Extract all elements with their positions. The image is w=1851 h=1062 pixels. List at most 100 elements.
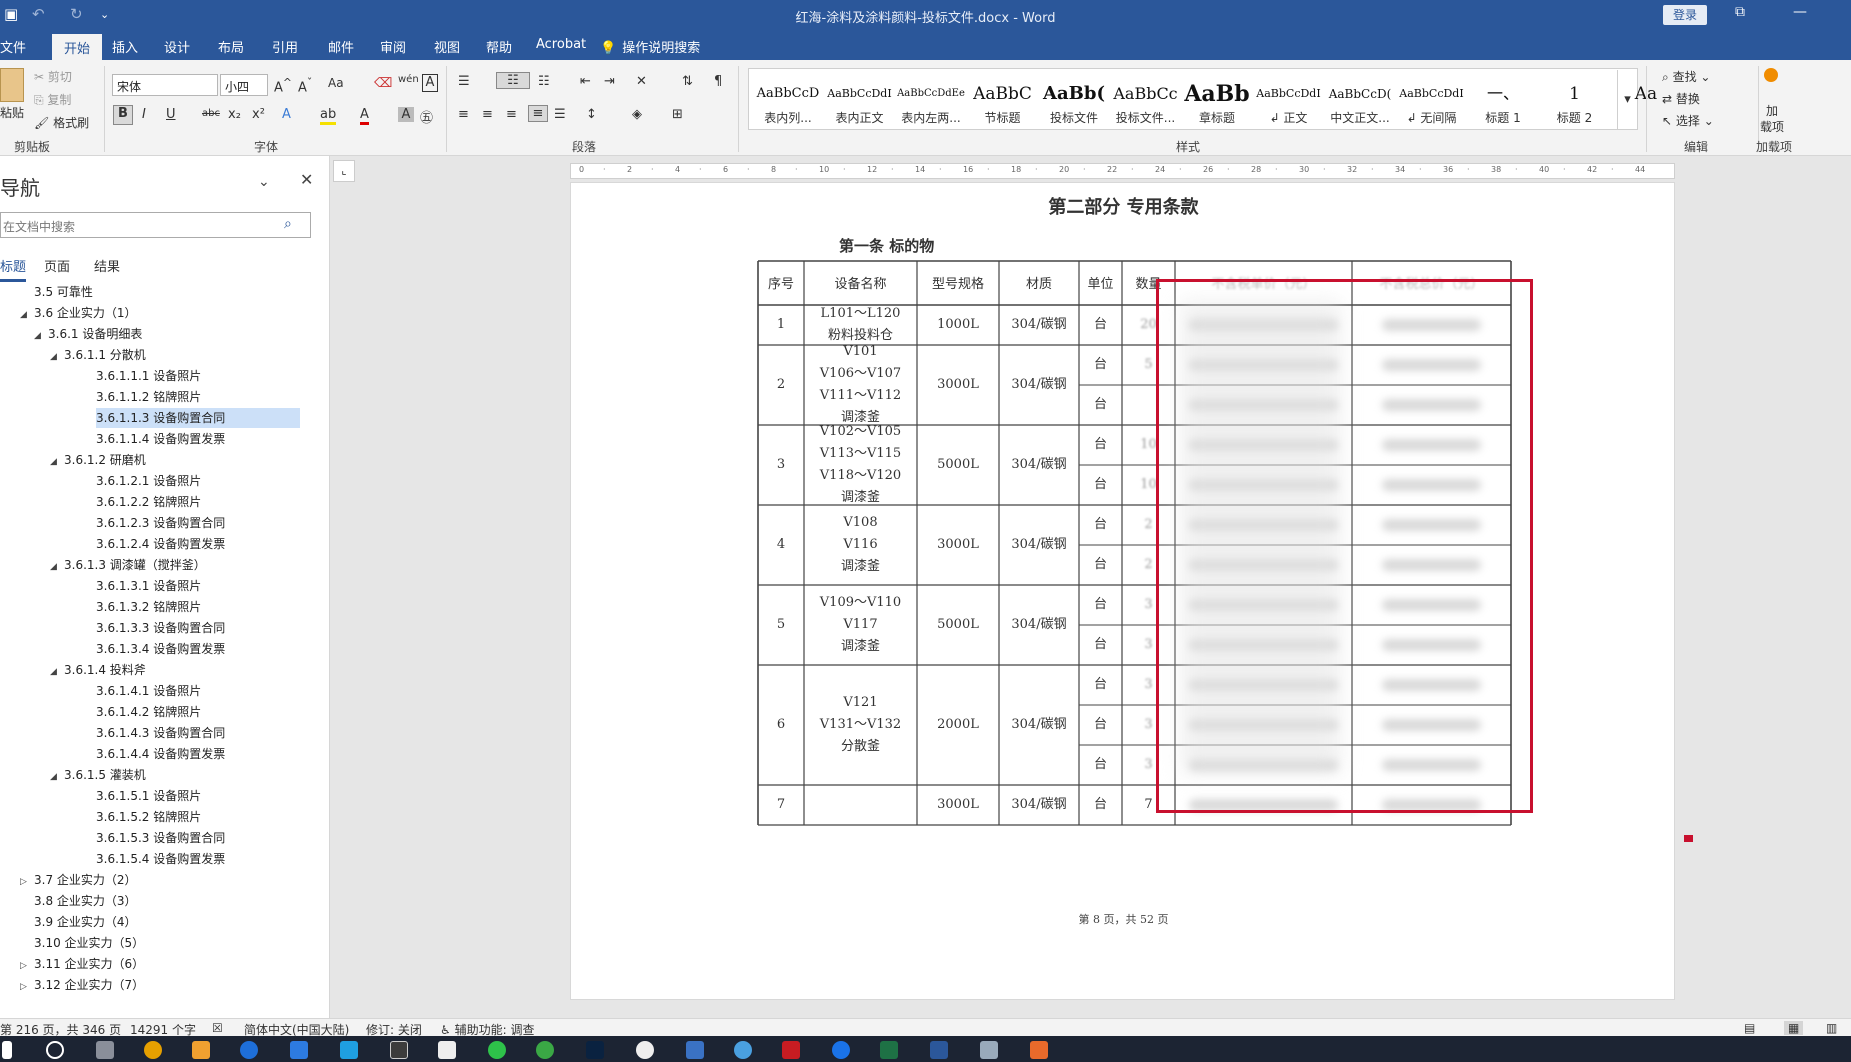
- nav-heading-item[interactable]: 3.6.1.3.3 设备购置合同: [96, 618, 225, 638]
- app-icon[interactable]: [686, 1041, 704, 1059]
- font-color-icon[interactable]: A: [360, 107, 369, 125]
- justify-icon[interactable]: ≡: [528, 105, 548, 122]
- word-icon[interactable]: [930, 1041, 948, 1059]
- style-4[interactable]: AaBb(投标文件: [1039, 79, 1109, 135]
- edge-icon[interactable]: [832, 1041, 850, 1059]
- app-icon[interactable]: [980, 1041, 998, 1059]
- style-1[interactable]: AaBbCcDdI 表内正文: [825, 79, 895, 135]
- subscript-button[interactable]: x₂: [228, 107, 241, 122]
- expand-arrow-icon[interactable]: ▷: [20, 872, 34, 892]
- align-center-icon[interactable]: ≡: [482, 107, 493, 122]
- tab-3[interactable]: 设计: [164, 37, 190, 56]
- nav-tab-0[interactable]: 标题: [0, 256, 27, 282]
- change-case-button[interactable]: Aa: [328, 76, 344, 90]
- nav-search-input[interactable]: 在文档中搜索: [0, 212, 311, 238]
- char-shading-icon[interactable]: A: [398, 107, 414, 122]
- paste-button[interactable]: 粘贴: [0, 104, 24, 121]
- nav-heading-item[interactable]: ▷ 3.11 企业实力（6）: [20, 954, 144, 974]
- nav-tab-1[interactable]: 页面: [44, 256, 70, 275]
- app-icon[interactable]: [1030, 1041, 1048, 1059]
- style-6[interactable]: AaBb 章标题: [1182, 79, 1252, 135]
- bullets-icon[interactable]: ☰: [458, 74, 470, 89]
- tab-10[interactable]: Acrobat: [536, 37, 586, 52]
- styles-more-icon[interactable]: ▾: [1617, 70, 1637, 130]
- nav-heading-item[interactable]: 3.6.1.5.3 设备购置合同: [96, 828, 225, 848]
- tab-5[interactable]: 引用: [272, 37, 298, 56]
- text-effects-icon[interactable]: A: [282, 107, 291, 122]
- addins-button[interactable]: 加: [1766, 102, 1778, 119]
- wechat-icon[interactable]: [488, 1041, 506, 1059]
- bold-button[interactable]: B: [113, 105, 133, 125]
- superscript-button[interactable]: x²: [252, 107, 265, 122]
- find-button[interactable]: ⌕ 查找 ⌄: [1662, 68, 1710, 85]
- tab-8[interactable]: 视图: [434, 37, 460, 56]
- acrobat-icon[interactable]: [782, 1041, 800, 1059]
- nav-heading-item[interactable]: ▷ 3.7 企业实力（2）: [20, 870, 137, 890]
- style-3[interactable]: AaBbC 节标题: [968, 79, 1038, 135]
- nav-heading-item[interactable]: 3.6.1.5.1 设备照片: [96, 786, 201, 806]
- nav-heading-item[interactable]: 3.5 可靠性: [20, 282, 93, 302]
- nav-heading-item[interactable]: 3.6.1.4.4 设备购置发票: [96, 744, 225, 764]
- excel-icon[interactable]: [880, 1041, 898, 1059]
- show-marks-icon[interactable]: ¶: [714, 74, 722, 89]
- nav-heading-item[interactable]: ◢ 3.6.1 设备明细表: [34, 324, 142, 344]
- char-border-icon[interactable]: A: [422, 74, 438, 92]
- minimize-icon[interactable]: —: [1793, 4, 1807, 20]
- nav-heading-item[interactable]: 3.6.1.4.3 设备购置合同: [96, 723, 225, 743]
- style-7[interactable]: AaBbCcDdI ↲ 正文: [1254, 79, 1324, 135]
- app-icon[interactable]: [240, 1041, 258, 1059]
- nav-heading-item[interactable]: 3.6.1.4.1 设备照片: [96, 681, 201, 701]
- increase-indent-icon[interactable]: ⇥: [604, 74, 615, 89]
- nav-heading-item[interactable]: 3.6.1.1.1 设备照片: [96, 366, 201, 386]
- numbering-icon[interactable]: ☷: [496, 72, 530, 89]
- align-right-icon[interactable]: ≡: [506, 107, 517, 122]
- qq-icon[interactable]: [636, 1041, 654, 1059]
- nav-heading-item[interactable]: 3.6.1.2.2 铭牌照片: [96, 492, 201, 512]
- distributed-icon[interactable]: ☰: [554, 107, 566, 122]
- app-icon[interactable]: [340, 1041, 358, 1059]
- print-layout-icon[interactable]: ▦: [1784, 1021, 1804, 1035]
- replace-button[interactable]: ⇄ 替换: [1662, 90, 1700, 107]
- expand-arrow-icon[interactable]: ◢: [50, 347, 64, 367]
- tab-1[interactable]: 开始: [52, 34, 103, 60]
- nav-options-icon[interactable]: ⌄: [258, 174, 270, 190]
- enclose-char-icon[interactable]: ㊄: [420, 107, 433, 126]
- expand-arrow-icon[interactable]: ▷: [20, 956, 34, 976]
- ribbon-display-icon[interactable]: ⧉: [1735, 4, 1745, 20]
- nav-heading-item[interactable]: ◢ 3.6.1.5 灌装机: [50, 765, 146, 785]
- style-10[interactable]: 一、 标题 1: [1468, 79, 1538, 135]
- close-icon[interactable]: ✕: [300, 170, 313, 189]
- tab-selector[interactable]: ⌞: [333, 160, 355, 182]
- app-icon[interactable]: [734, 1041, 752, 1059]
- app-icon[interactable]: [390, 1041, 408, 1059]
- style-8[interactable]: AaBbCcD(中文正文...: [1325, 79, 1395, 135]
- nav-heading-item[interactable]: 3.6.1.2.1 设备照片: [96, 471, 201, 491]
- paste-icon[interactable]: [0, 68, 24, 102]
- search-icon[interactable]: ⌕: [284, 216, 292, 232]
- chinese-layout-icon[interactable]: ✕: [636, 74, 647, 89]
- strikethrough-button[interactable]: abc: [202, 108, 220, 119]
- nav-heading-item[interactable]: 3.6.1.5.2 铭牌照片: [96, 807, 201, 827]
- nav-heading-item[interactable]: ◢ 3.6.1.2 研磨机: [50, 450, 146, 470]
- login-button[interactable]: 登录: [1663, 5, 1707, 25]
- font-name-select[interactable]: 宋体: [112, 74, 218, 96]
- nav-heading-item[interactable]: 3.6.1.1.3 设备购置合同: [96, 408, 300, 428]
- format-painter-button[interactable]: 🖌 格式刷: [34, 114, 89, 131]
- nav-heading-item[interactable]: 3.6.1.3.2 铭牌照片: [96, 597, 201, 617]
- nav-heading-item[interactable]: 3.6.1.2.4 设备购置发票: [96, 534, 225, 554]
- copy-button[interactable]: ⎘ 复制: [34, 91, 71, 108]
- expand-arrow-icon[interactable]: ▷: [20, 977, 34, 997]
- underline-button[interactable]: U: [166, 107, 176, 122]
- proofing-icon[interactable]: ☒: [212, 1021, 223, 1035]
- nav-heading-item[interactable]: 3.6.1.3.1 设备照片: [96, 576, 201, 596]
- expand-arrow-icon[interactable]: ◢: [50, 452, 64, 472]
- app-icon[interactable]: [192, 1041, 210, 1059]
- italic-button[interactable]: I: [142, 107, 146, 122]
- expand-arrow-icon[interactable]: ◢: [50, 662, 64, 682]
- highlight-icon[interactable]: ab: [320, 107, 337, 125]
- sort-icon[interactable]: ⇅: [682, 74, 693, 89]
- nav-heading-item[interactable]: ◢ 3.6 企业实力（1）: [20, 303, 137, 323]
- grow-font-icon[interactable]: A^: [274, 76, 292, 95]
- tab-7[interactable]: 审阅: [380, 37, 406, 56]
- select-button[interactable]: ↖ 选择 ⌄: [1662, 112, 1714, 129]
